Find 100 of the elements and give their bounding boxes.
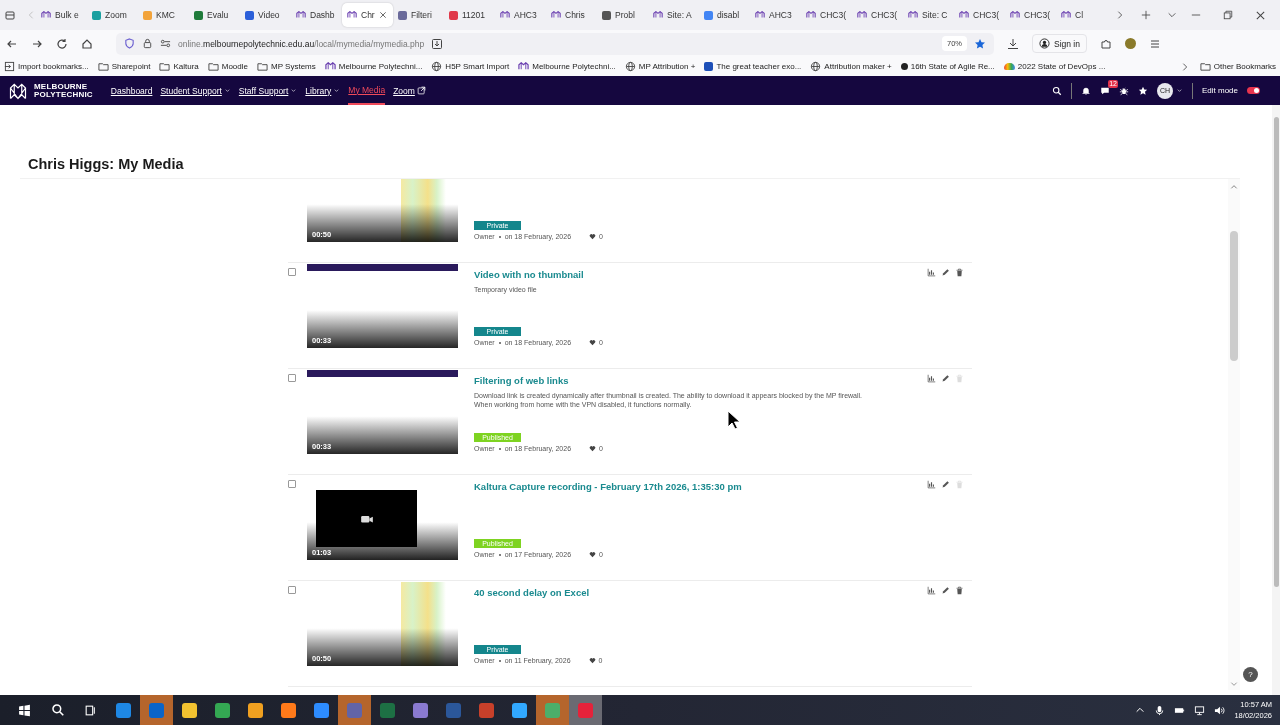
app-icon[interactable] [116, 702, 131, 718]
app-icon[interactable] [314, 702, 329, 718]
search-icon[interactable] [1051, 85, 1062, 96]
new-tab-icon[interactable] [1141, 10, 1151, 20]
app-icon[interactable] [248, 702, 263, 718]
scrollbar-thumb[interactable] [1230, 231, 1238, 361]
bookmark[interactable]: 2022 State of DevOps ... [1003, 62, 1106, 71]
start-icon[interactable] [18, 703, 31, 717]
edit-mode-toggle[interactable] [1247, 87, 1260, 94]
browser-tab[interactable]: Video [240, 3, 291, 27]
browser-tab[interactable]: Zoom [87, 3, 138, 27]
media-title-link[interactable]: 40 second delay on Excel [474, 587, 927, 598]
delete-icon[interactable] [955, 268, 964, 277]
browser-tab[interactable]: Bulk e [36, 3, 87, 27]
browser-tab[interactable]: Filteri [393, 3, 444, 27]
nav-link[interactable]: Staff Support [238, 76, 298, 105]
bookmark[interactable]: Sharepoint [97, 61, 151, 72]
app-icon[interactable] [215, 702, 230, 718]
nav-link[interactable]: Dashboard [110, 76, 153, 105]
delete-icon[interactable] [955, 586, 964, 595]
app-icon[interactable] [413, 702, 428, 718]
media-title-link[interactable]: Filtering of web links [474, 375, 927, 386]
speaker-icon[interactable] [1214, 704, 1226, 716]
bookmark[interactable]: H5P Smart Import [431, 61, 510, 72]
browser-tab[interactable]: CHC3( [852, 3, 903, 27]
analytics-icon[interactable] [927, 480, 936, 489]
heart-icon[interactable] [588, 657, 596, 664]
heart-icon[interactable] [589, 233, 597, 240]
restore-icon[interactable] [1223, 10, 1233, 20]
nav-link[interactable]: Zoom [393, 76, 426, 105]
edit-icon[interactable] [941, 480, 950, 489]
reload-icon[interactable] [56, 37, 68, 50]
network-icon[interactable] [1194, 704, 1206, 716]
bookmark[interactable]: Import bookmarks... [4, 61, 89, 72]
shield-icon[interactable] [124, 38, 135, 49]
menu-icon[interactable] [1149, 37, 1161, 50]
help-button[interactable]: ? [1243, 667, 1258, 682]
microphone-icon[interactable] [1154, 704, 1166, 716]
chevron-up-icon[interactable] [1135, 705, 1146, 715]
browser-tab[interactable]: AHC3 [750, 3, 801, 27]
bug-icon[interactable] [1118, 85, 1129, 96]
caret-icon[interactable] [1175, 87, 1183, 94]
browser-tab[interactable]: Dashb [291, 3, 342, 27]
scrollbar-thumb[interactable] [1273, 117, 1279, 587]
scroll-right-icon[interactable] [1115, 10, 1125, 20]
logo-text[interactable]: MELBOURNE POLYTECHNIC [34, 82, 93, 99]
browser-tab[interactable]: 11201 [444, 3, 495, 27]
browser-tab[interactable]: Site: C [903, 3, 954, 27]
media-title-link[interactable]: Video with no thumbnail [474, 269, 927, 280]
edit-icon[interactable] [941, 268, 950, 277]
select-checkbox[interactable] [288, 374, 296, 382]
bookmark[interactable]: Kaltura [159, 61, 199, 72]
edit-icon[interactable] [941, 586, 950, 595]
analytics-icon[interactable] [927, 268, 936, 277]
browser-tab[interactable]: Chris [546, 3, 597, 27]
bookmark[interactable]: MP Systems [257, 61, 316, 72]
tab-menu-icon[interactable] [1167, 10, 1177, 20]
browser-tab[interactable]: KMC [138, 3, 189, 27]
bookmark[interactable]: Melbourne Polytechni... [324, 61, 423, 72]
lock-icon[interactable] [142, 38, 153, 49]
bookmark[interactable]: Moodle [207, 61, 248, 72]
bell-icon[interactable] [1080, 85, 1091, 96]
extensions-icon[interactable] [1100, 37, 1112, 50]
tab-list-icon[interactable] [4, 9, 16, 21]
media-title-link[interactable]: Kaltura Capture recording - February 17th 2026, 1:35:30 pm [474, 481, 927, 492]
nav-link[interactable]: My Media [348, 76, 386, 105]
download-icon[interactable] [1007, 37, 1019, 50]
heart-icon[interactable] [589, 551, 597, 558]
bookmark[interactable]: Other Bookmarks [1199, 61, 1276, 72]
home-icon[interactable] [81, 37, 93, 50]
browser-tab[interactable]: disabl [699, 3, 750, 27]
bookmark[interactable]: MP Attribution + [624, 61, 696, 72]
save-page-icon[interactable] [431, 37, 444, 50]
bookmark[interactable]: 16th State of Agile Re... [900, 62, 995, 71]
browser-tab[interactable]: CHC3( [954, 3, 1005, 27]
task-view-icon[interactable] [84, 703, 97, 717]
sign-in-button[interactable]: Sign in [1032, 34, 1087, 53]
close-icon[interactable] [1255, 9, 1266, 21]
select-checkbox[interactable] [288, 586, 296, 594]
app-icon[interactable] [281, 702, 296, 718]
app-icon[interactable] [182, 702, 197, 718]
permissions-icon[interactable] [160, 38, 171, 49]
browser-tab[interactable]: Site: A [648, 3, 699, 27]
star-icon[interactable] [1137, 85, 1148, 96]
browser-tab[interactable]: AHC3 [495, 3, 546, 27]
edit-icon[interactable] [941, 374, 950, 383]
bookmark[interactable]: The great teacher exo... [704, 62, 802, 71]
app-icon[interactable] [512, 702, 527, 718]
browser-tab[interactable]: CHC3( [801, 3, 852, 27]
profile-icon[interactable] [1125, 38, 1136, 49]
analytics-icon[interactable] [927, 586, 936, 595]
bookmark-star-icon[interactable] [974, 37, 986, 50]
bookmark[interactable]: Attribution maker + [810, 61, 892, 72]
bookmark[interactable]: Melbourne Polytechni... [518, 61, 616, 72]
nav-link[interactable]: Library [305, 76, 341, 105]
select-checkbox[interactable] [288, 480, 296, 488]
nav-link[interactable]: Student Support [160, 76, 231, 105]
browser-tab[interactable]: Chr [342, 3, 393, 27]
browser-tab[interactable]: CHC3( [1005, 3, 1056, 27]
browser-tab[interactable]: Evalu [189, 3, 240, 27]
